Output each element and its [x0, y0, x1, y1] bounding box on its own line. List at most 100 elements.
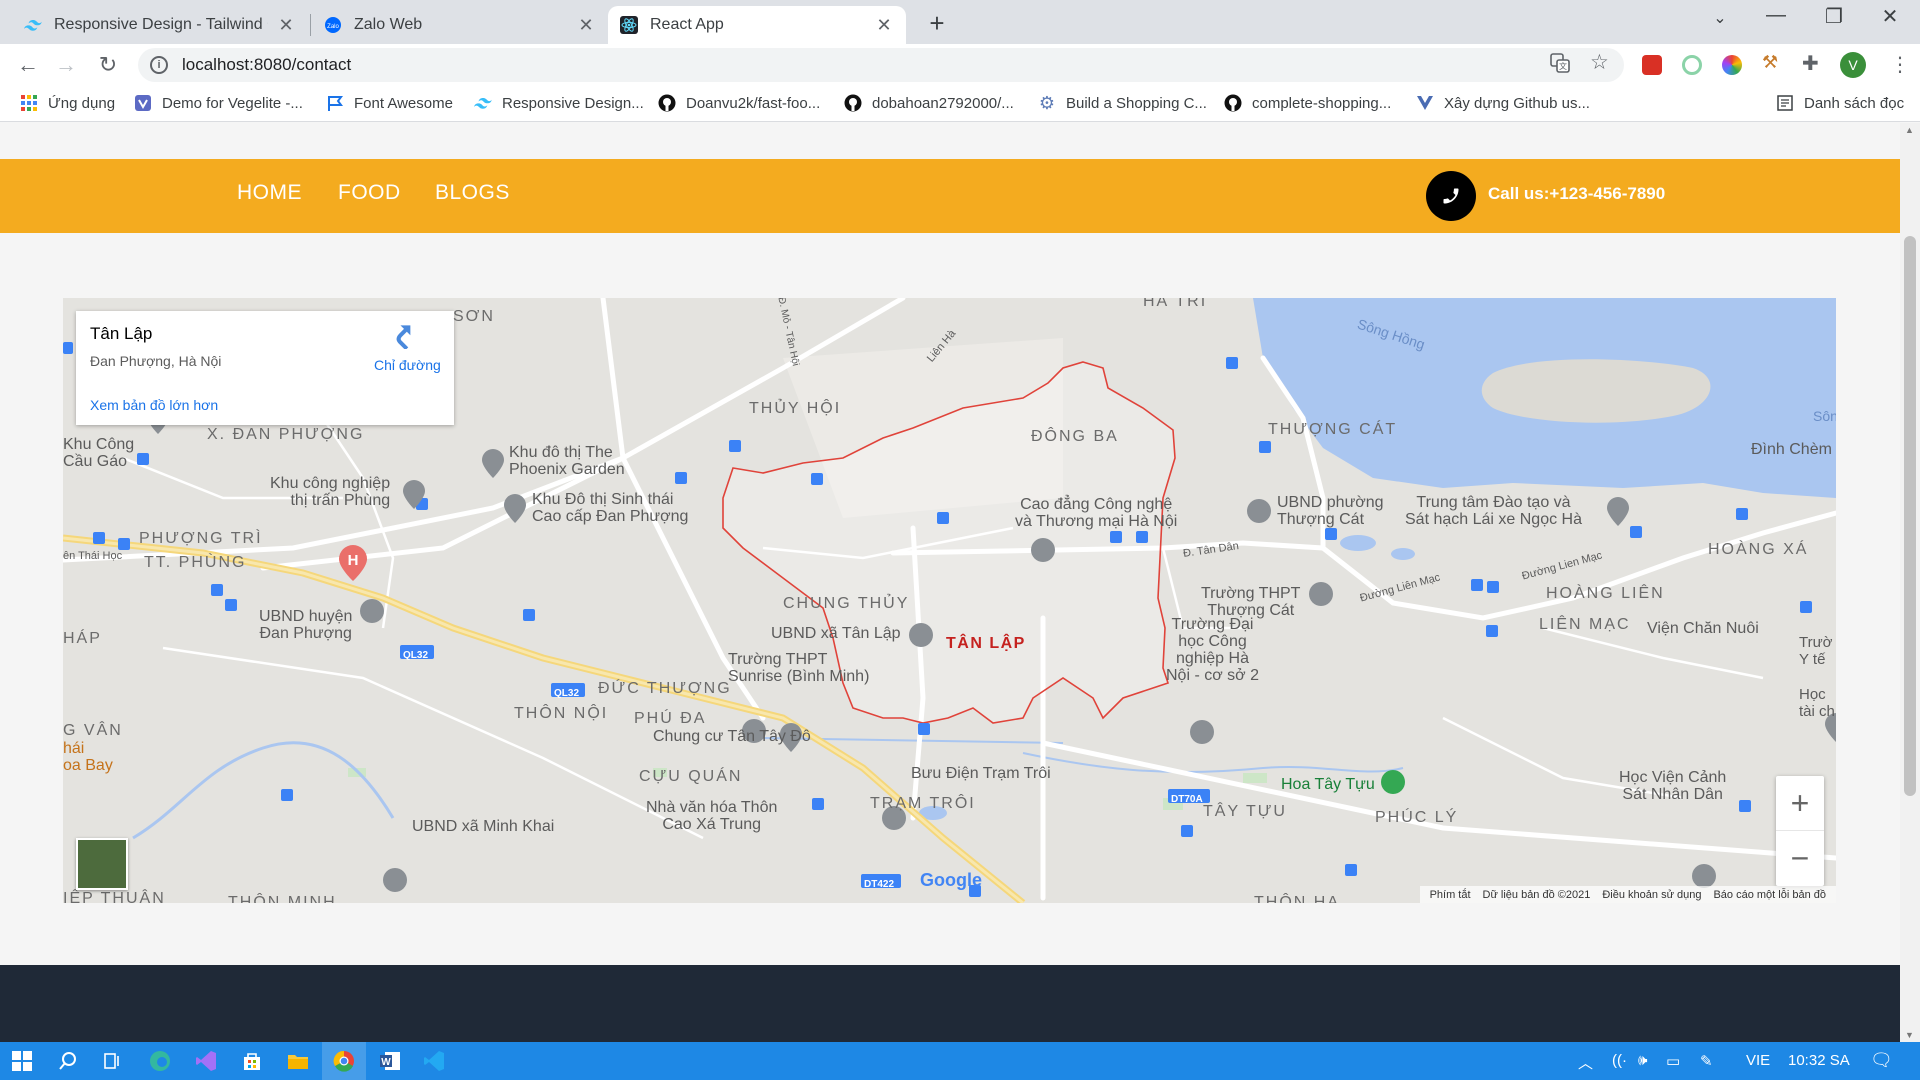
bookmark-apps[interactable]: Ứng dụng — [20, 94, 115, 112]
back-arrow-icon[interactable]: ← — [14, 52, 42, 78]
restore-icon[interactable]: ❐ — [1814, 4, 1854, 29]
keyboard-shortcuts-link[interactable]: Phím tắt — [1430, 889, 1471, 901]
address-bar[interactable]: i localhost:8080/contact — [138, 48, 1624, 82]
map-label-thon-ha: THÔN HẠ — [1254, 894, 1340, 903]
bookmark-vegelite[interactable]: Demo for Vegelite -... — [134, 94, 303, 112]
nav-food-link[interactable]: FOOD — [338, 181, 401, 205]
battery-icon[interactable]: ▭ — [1666, 1052, 1680, 1070]
bookmark-github-doanvu[interactable]: Doanvu2k/fast-foo... — [658, 94, 820, 112]
reading-list-button[interactable]: Danh sách đọc — [1776, 94, 1904, 112]
tab-search-icon[interactable]: ⌄ — [1700, 8, 1740, 28]
directions-label[interactable]: Chỉ đường — [374, 357, 441, 373]
forward-arrow-icon[interactable]: → — [52, 52, 80, 78]
map-label-ha-tri: HÀ TRÌ — [1143, 298, 1208, 310]
extension-circle-icon[interactable] — [1682, 55, 1702, 75]
zoom-out-button[interactable]: − — [1776, 831, 1824, 886]
tray-chevron-up-icon[interactable]: ︿ — [1578, 1052, 1593, 1073]
menu-dots-icon[interactable]: ⋮ — [1890, 52, 1910, 77]
google-logo: Google — [920, 870, 982, 891]
file-explorer-icon[interactable] — [286, 1049, 310, 1073]
bookmark-font-awesome[interactable]: Font Awesome — [326, 94, 453, 112]
windows-taskbar: W ︿ ((· 🕪 ▭ ✎ VIE 10:32 SA 🗨 — [0, 1042, 1920, 1080]
vue-icon — [1416, 94, 1434, 112]
map-label-dong-ba: ĐÔNG BA — [1031, 428, 1119, 445]
scroll-up-arrow-icon[interactable]: ▲ — [1905, 125, 1914, 135]
map-label-sinh-thai: Khu Đô thị Sinh thái Cao cấp Đan Phượng — [532, 491, 689, 525]
profile-avatar[interactable]: V — [1840, 52, 1866, 78]
nav-blogs-link[interactable]: BLOGS — [435, 181, 510, 205]
view-larger-map-link[interactable]: Xem bản đồ lớn hơn — [90, 397, 218, 413]
map-label-hoa-tay-tuu: Hoa Tây Tựu — [1281, 776, 1375, 793]
task-view-icon[interactable] — [100, 1049, 124, 1073]
vscode-icon[interactable] — [422, 1049, 446, 1073]
notifications-icon[interactable]: 🗨 — [1870, 1050, 1893, 1071]
tab-react-app[interactable]: React App ✕ — [608, 6, 906, 44]
close-window-icon[interactable]: ✕ — [1870, 4, 1910, 29]
map-label-g-van: G VÂN — [63, 722, 123, 739]
search-icon[interactable] — [56, 1049, 80, 1073]
tab-tailwind[interactable]: Responsive Design - Tailwind CSS ✕ — [12, 6, 308, 44]
bookmark-star-icon[interactable]: ☆ — [1590, 50, 1609, 75]
page-scrollbar[interactable]: ▲ ▼ — [1900, 123, 1920, 1042]
new-tab-button[interactable]: + — [922, 8, 952, 39]
map-label-thon-minh: THÔN MINH — [228, 894, 337, 903]
map-label-ubnd-tan-lap: UBND xã Tân Lập — [771, 625, 901, 642]
map-label-dt70a: DT70A — [1171, 794, 1203, 805]
volume-icon[interactable]: 🕪 — [1638, 1052, 1647, 1069]
hammer-icon[interactable]: ⚒ — [1762, 52, 1782, 72]
zoom-in-button[interactable]: + — [1776, 776, 1824, 831]
windows-start-icon[interactable] — [10, 1049, 34, 1073]
map-label-thai-oa-bay: hái oa Bay — [63, 740, 113, 774]
bookmark-xay-dung-github[interactable]: Xây dựng Github us... — [1416, 94, 1590, 112]
reload-icon[interactable]: ↻ — [94, 52, 122, 78]
map-zoom-controls: + − — [1776, 776, 1824, 886]
report-map-error-link[interactable]: Báo cáo một lỗi bản đồ — [1713, 889, 1826, 901]
minimize-icon[interactable]: — — [1756, 4, 1796, 27]
map-label-dt422: DT422 — [864, 879, 895, 890]
map-attribution-bar: Phím tắt Dữ liệu bản đồ ©2021 Điều khoản… — [1419, 886, 1836, 903]
pen-icon[interactable]: ✎ — [1700, 1052, 1713, 1070]
tab-zalo[interactable]: Zalo Zalo Web ✕ — [312, 6, 608, 44]
close-tab-icon[interactable]: ✕ — [874, 15, 894, 36]
tailwind-icon — [474, 94, 492, 112]
store-icon[interactable] — [240, 1049, 264, 1073]
color-picker-icon[interactable] — [1722, 55, 1742, 75]
map-label-chung-cu: Chung cư Tân Tây Đô — [653, 728, 811, 745]
map-label-tram-troi: TRẠM TRÔI — [870, 795, 976, 812]
bookmark-label: Font Awesome — [354, 94, 453, 112]
clock-time[interactable]: 10:32 SA — [1788, 1052, 1850, 1069]
browser-tab-bar: Responsive Design - Tailwind CSS ✕ Zalo … — [0, 0, 1920, 44]
directions-icon[interactable] — [391, 323, 417, 354]
close-tab-icon[interactable]: ✕ — [576, 15, 596, 36]
word-icon[interactable]: W — [378, 1049, 402, 1073]
visual-studio-icon[interactable] — [194, 1049, 218, 1073]
map-label-son: SƠN — [453, 308, 495, 325]
input-language[interactable]: VIE — [1746, 1052, 1770, 1069]
bookmark-github-dobahoan[interactable]: dobahoan2792000/... — [844, 94, 1014, 112]
map-label-thuy-hoi: THỦY HỘI — [749, 400, 842, 417]
edge-icon[interactable] — [148, 1049, 172, 1073]
close-tab-icon[interactable]: ✕ — [276, 15, 296, 36]
site-info-icon[interactable]: i — [150, 56, 168, 74]
translate-icon[interactable]: 文 — [1550, 53, 1570, 78]
extensions-puzzle-icon[interactable]: ✚ — [1802, 51, 1822, 75]
map-label-cao-dang: Cao đẳng Công nghệ và Thương mại Hà Nội — [1015, 496, 1178, 530]
terms-of-use-link[interactable]: Điều khoản sử dụng — [1602, 889, 1701, 901]
nav-home-link[interactable]: HOME — [237, 181, 302, 205]
bookmark-label: complete-shopping... — [1252, 94, 1392, 112]
map-label-phuong-tri: PHƯỢNG TRÌ — [139, 530, 263, 547]
google-map-embed[interactable]: H Tân Lập Đan Phượng, Hà Nội Xem bản đồ … — [63, 298, 1836, 903]
browser-toolbar: ← → ↻ i localhost:8080/contact 文 ☆ ⚒ ✚ V… — [0, 44, 1920, 86]
bookmark-complete-shopping[interactable]: complete-shopping... — [1224, 94, 1391, 112]
satellite-toggle-thumbnail[interactable] — [76, 838, 128, 890]
extension-red-icon[interactable] — [1642, 55, 1662, 75]
bookmark-shopping-cart[interactable]: ⚙ Build a Shopping C... — [1038, 93, 1207, 113]
map-label-ql32-b: QL32 — [554, 688, 580, 699]
scrollbar-thumb[interactable] — [1904, 236, 1916, 796]
scroll-down-arrow-icon[interactable]: ▼ — [1905, 1030, 1914, 1040]
bookmark-responsive-design[interactable]: Responsive Design... — [474, 94, 644, 112]
network-icon[interactable]: ((· — [1612, 1052, 1627, 1069]
chrome-icon[interactable] — [332, 1049, 356, 1073]
map-label-ubnd-minh-khai: UBND xã Minh Khai — [412, 818, 555, 835]
site-navbar: HOME FOOD BLOGS Call us:+123-456-7890 — [0, 159, 1900, 233]
